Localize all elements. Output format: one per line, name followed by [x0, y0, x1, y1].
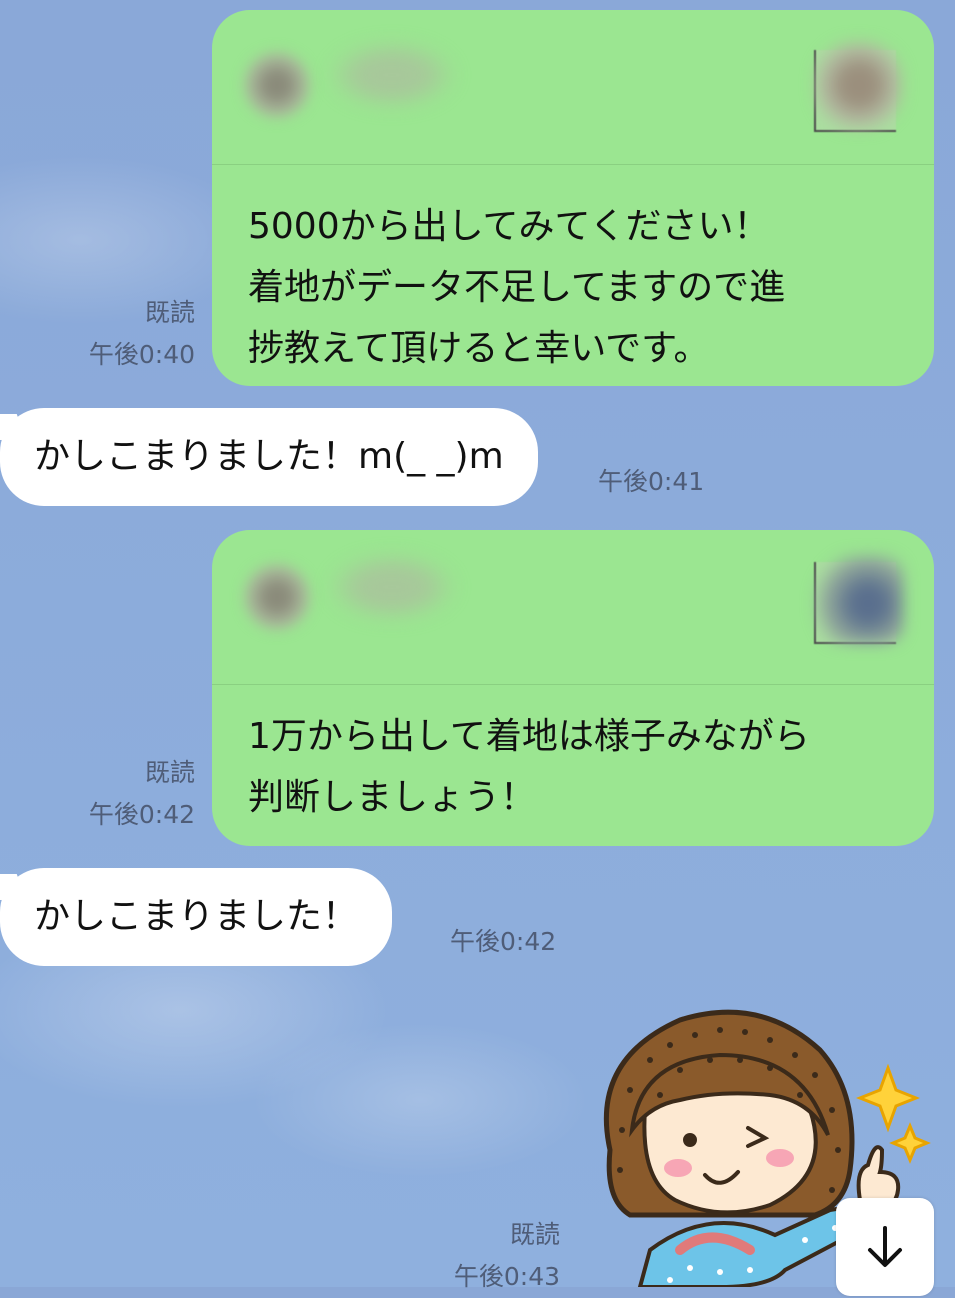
arrow-down-icon — [868, 1226, 902, 1267]
scroll-to-bottom-button[interactable] — [836, 1198, 934, 1296]
outgoing-message-bubble[interactable]: 5000から出してみてください！ 着地がデータ不足してますので進 捗教えて頂ける… — [212, 10, 934, 386]
blurred-thumbnail — [814, 40, 904, 130]
message-time: 午後0:42 — [88, 800, 195, 829]
message-time: 午後0:42 — [450, 927, 557, 956]
message-time: 午後0:40 — [88, 340, 195, 369]
bubble-tail — [0, 414, 28, 440]
message-text: 5000から出してみてください！ 着地がデータ不足してますので進 捗教えて頂ける… — [248, 206, 786, 369]
read-receipt: 既読 — [509, 1220, 560, 1249]
message-time: 午後0:41 — [598, 467, 705, 496]
message-meta: 既読 午後0:42 — [89, 752, 195, 836]
blurred-thumbnail — [814, 554, 904, 644]
message-meta: 既読 午後0:40 — [89, 292, 195, 376]
blurred-avatar — [242, 50, 312, 120]
blurred-avatar — [242, 562, 312, 632]
bubble-tail — [0, 874, 28, 900]
incoming-message-bubble[interactable]: かしこまりました！ — [0, 868, 393, 966]
message-meta: 既読 午後0:43 — [454, 1214, 560, 1298]
message-text: かしこまりました！ — [34, 896, 359, 937]
link-preview[interactable] — [212, 10, 934, 165]
blurred-name — [327, 40, 457, 110]
message-text: かしこまりました！m(_ _)m — [34, 436, 504, 477]
read-receipt: 既読 — [144, 298, 195, 327]
message-time: 午後0:43 — [453, 1262, 560, 1291]
blurred-name — [327, 552, 457, 622]
link-preview[interactable] — [212, 530, 934, 685]
read-receipt: 既読 — [144, 758, 195, 787]
message-text: 1万から出して着地は様子みながら 判断しましょう！ — [248, 716, 810, 818]
outgoing-message-bubble[interactable]: 1万から出して着地は様子みながら 判断しましょう！ — [212, 530, 934, 846]
incoming-message-bubble[interactable]: かしこまりました！m(_ _)m — [0, 408, 538, 506]
